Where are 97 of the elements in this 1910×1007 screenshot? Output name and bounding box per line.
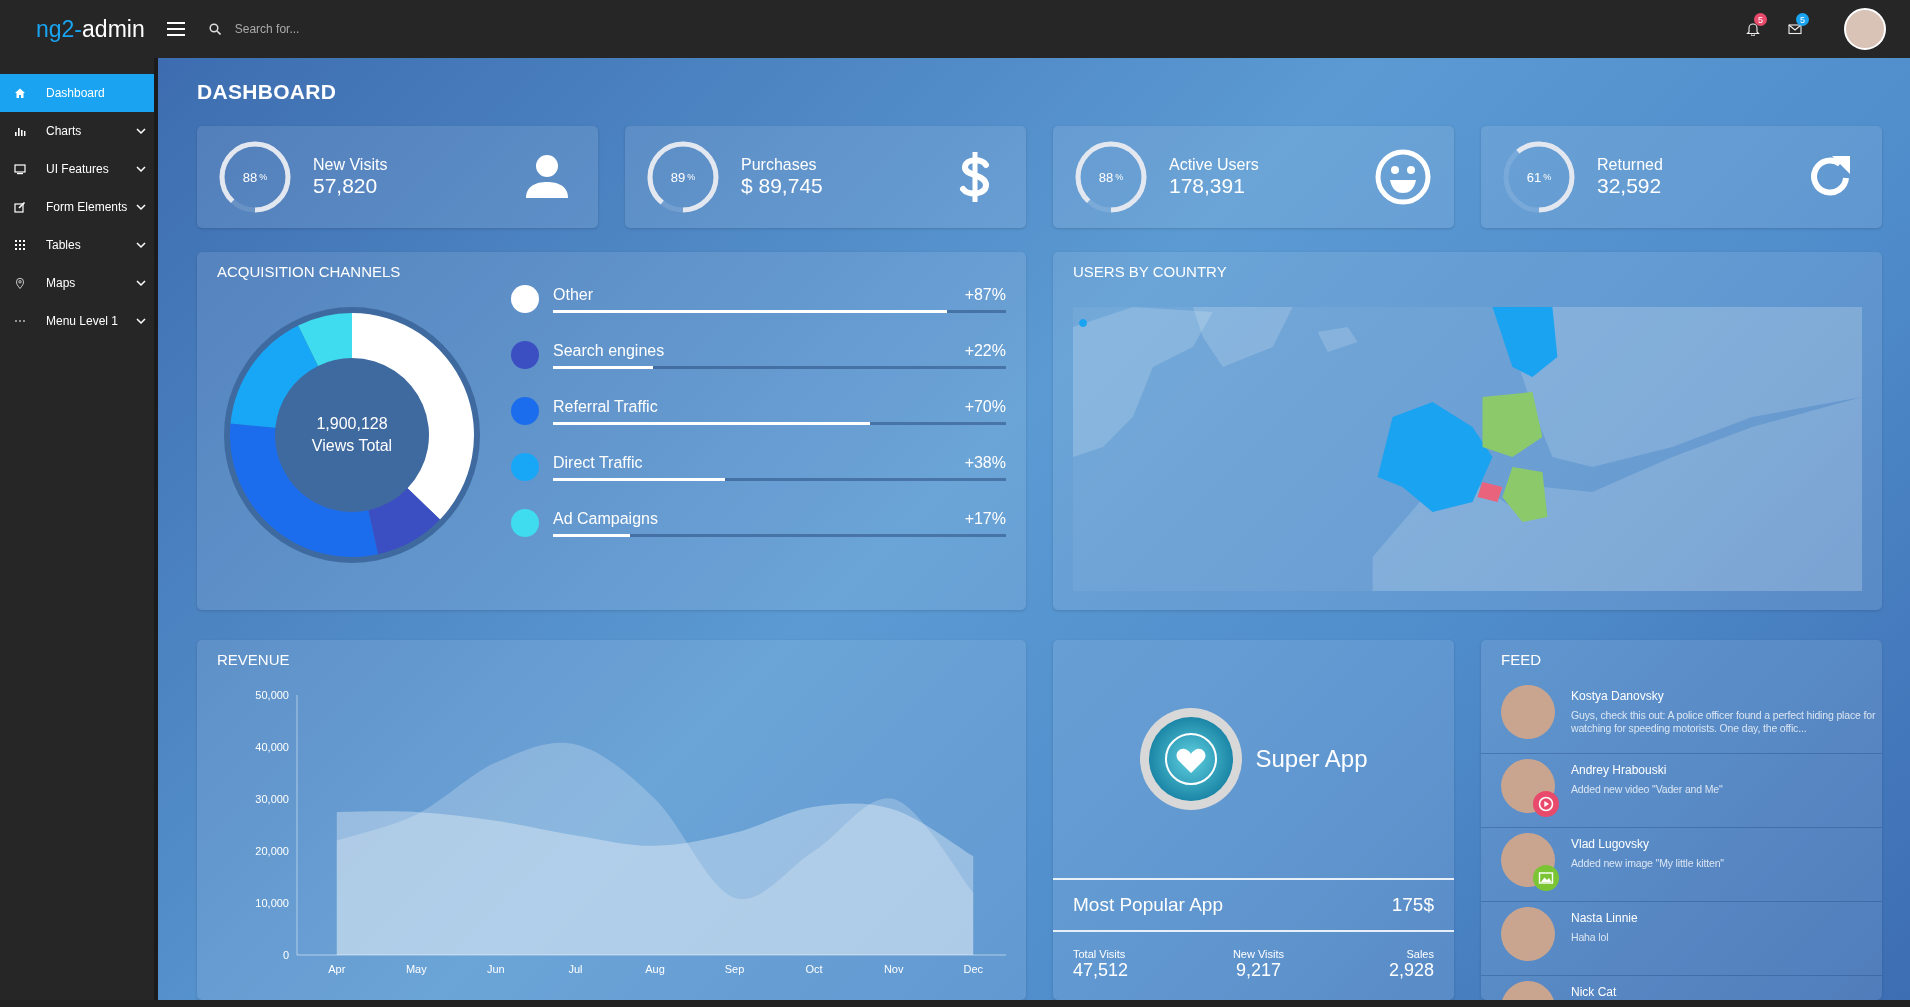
y-tick-label: 20,000 [255,845,289,857]
x-tick-label: Aug [645,963,665,975]
x-tick-label: Jul [568,963,583,975]
grid-icon [14,239,26,251]
channel-percent: +22% [964,341,1006,360]
app-name: Super App [1255,745,1368,773]
smiley-icon [1374,148,1432,206]
percent-sign: % [1115,172,1124,182]
percent-sign: % [259,172,268,182]
card-title: USERS BY COUNTRY [1073,262,1228,282]
channel-name: Direct Traffic [553,453,643,472]
feed-message: Added new video "Vader and Me" [1571,783,1723,796]
y-tick-label: 50,000 [255,689,289,701]
card-title: FEED [1500,650,1542,670]
channel-percent: +38% [964,453,1006,472]
bell-icon[interactable] [1746,22,1760,36]
page-title: DASHBOARD [197,80,338,105]
feed-message: Haha lol [1571,931,1610,944]
y-tick-label: 30,000 [255,793,289,805]
x-tick-label: Dec [963,963,983,975]
x-tick-label: May [405,963,427,975]
author-name: Nasta Linnie [1571,911,1638,925]
feed-item[interactable]: Vlad Lugovsky Added new image "My little kitten" [1481,828,1882,902]
sidebar-item[interactable]: Menu Level 1 [0,302,154,340]
stat-value: 9,217 [1235,960,1281,981]
channel-percent: +87% [964,285,1006,304]
y-tick-label: 40,000 [255,741,289,753]
stat-value: 57,820 [313,174,379,198]
stat-value: $ 89,745 [741,174,824,198]
logo-text: admin [82,15,145,43]
sidebar-item[interactable]: Form Elements [0,188,154,226]
stat-value: 32,592 [1597,174,1663,198]
x-tick-label: Sep [724,963,745,975]
play-icon [1538,796,1554,812]
y-tick-label: 10,000 [255,897,289,909]
mail-icon[interactable] [1788,22,1802,36]
x-tick-label: Jun [487,963,505,975]
map-pin-icon [14,277,26,289]
y-tick-label: 0 [282,949,289,961]
feed-message: Added new image "My little kitten" [1571,857,1724,870]
card-title: REVENUE [217,650,291,670]
sidebar-item[interactable]: Charts [0,112,154,150]
logo-text: ng2- [36,15,83,43]
feed-item[interactable]: Nick Cat [1481,976,1882,1000]
channel-name: Other [553,285,593,304]
author-name: Kostya Danovsky [1571,689,1665,703]
user-avatar[interactable] [1844,8,1886,50]
percent-value: 89 [670,169,686,185]
author-name: Vlad Lugovsky [1571,837,1651,851]
channel-name: Referral Traffic [553,397,658,416]
percent-sign: % [687,172,696,182]
menu-icon[interactable] [166,22,185,36]
stat-label: New Visits [313,156,389,174]
channel-name: Ad Campaigns [553,509,658,528]
stat-label: New Visits [1232,948,1285,960]
stat-label: Returned [1597,156,1664,174]
stat-value: 2,928 [1388,960,1434,981]
avatar [1501,685,1555,739]
percent-value: 88 [242,169,258,185]
app-caption: Most Popular App [1073,894,1223,916]
sidebar-item[interactable]: UI Features [0,150,154,188]
author-name: Andrey Hrabouski [1571,763,1668,777]
percent-value: 88 [1098,169,1114,185]
feed-message: Guys, check this out: A police officer found a perfect hiding place for watching for speeding motorists. One day, the offic... [1571,709,1876,735]
search-icon [208,23,221,35]
image-icon [1538,870,1554,886]
avatar [1501,907,1555,961]
channel-percent: +70% [964,397,1006,416]
channel-name: Search engines [553,341,665,360]
x-tick-label: Apr [328,963,346,975]
author-name: Nick Cat [1571,985,1617,999]
stat-value: 178,391 [1169,174,1246,198]
card-title: ACQUISITION CHANNELS [217,262,402,282]
stat-label: Purchases [741,156,818,174]
monitor-icon [14,163,26,175]
channel-percent: +17% [964,509,1006,528]
stat-label: Total Visits [1073,948,1127,960]
stat-label: Active Users [1169,156,1260,174]
stat-label: Sales [1406,948,1434,960]
app-price: 175$ [1391,894,1434,916]
message-count: 5 [1796,13,1809,26]
bar-chart-icon [14,125,26,137]
sidebar-item[interactable]: Maps [0,264,154,302]
stat-value: 47,512 [1073,960,1129,981]
notification-count: 5 [1754,13,1767,26]
edit-icon [14,201,26,213]
percent-value: 61 [1526,169,1542,185]
total-label: Views Total [311,437,393,455]
home-icon [14,87,26,99]
heart-app-icon [1139,707,1244,811]
percent-sign: % [1543,172,1552,182]
feed-item[interactable]: Nasta Linnie Haha lol [1481,902,1882,976]
x-tick-label: Nov [883,963,904,975]
sidebar-item[interactable]: Tables [0,226,154,264]
x-tick-label: Oct [805,963,823,975]
total-value: 1,900,128 [316,415,388,433]
search-field[interactable]: Search for... [232,21,433,37]
